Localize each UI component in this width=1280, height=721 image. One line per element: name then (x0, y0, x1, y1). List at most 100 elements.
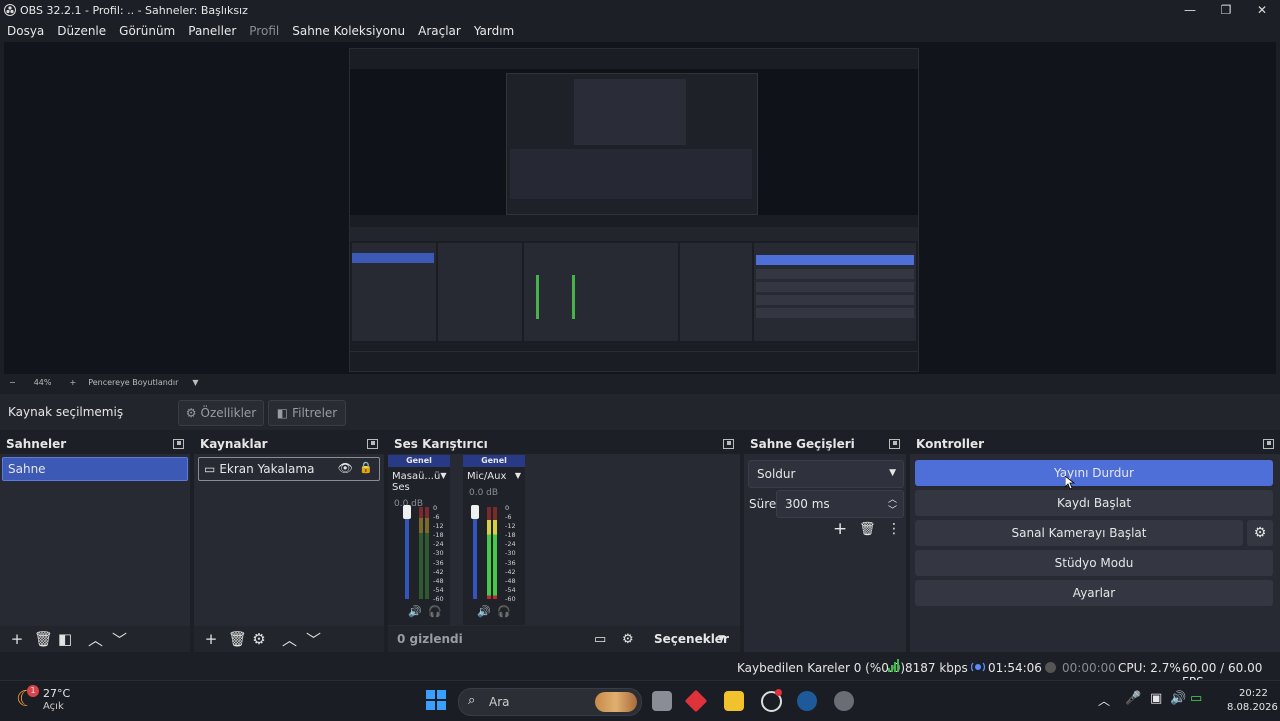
window-title: OBS 32.2.1 - Profil: .. - Sahneler: Başl… (20, 3, 248, 17)
filters-button[interactable]: ◧ Filtreler (268, 400, 346, 426)
audio-mixer-dock: Ses Karıştırıcı Genel Masaü...ü Ses ▼ 0.0… (388, 434, 740, 652)
menu-file[interactable]: Dosya (7, 24, 44, 38)
studio-mode-button[interactable]: Stüdyo Modu (915, 550, 1273, 576)
source-item[interactable]: ▭ Ekran Yakalama 👁 🔒 (198, 457, 380, 481)
scene-filters-button[interactable]: ◧ (58, 630, 72, 648)
transition-select[interactable]: Soldur ▼ (748, 460, 904, 488)
mixer-dock-header: Ses Karıştırıcı (388, 434, 740, 454)
transition-more-icon[interactable]: ⋮ (887, 521, 901, 537)
undock-icon[interactable] (1263, 439, 1274, 449)
stop-streaming-button[interactable]: Yayını Durdur (915, 460, 1273, 486)
remove-scene-button[interactable]: 🗑 (34, 630, 53, 648)
clock-time[interactable]: 20:22 (1239, 688, 1268, 699)
virtual-camera-gear-icon[interactable]: ⚙ (1247, 520, 1273, 546)
preview-zoom-bar: − 44% + Pencereye Boyutlandır ▼ (0, 374, 1280, 390)
mute-speaker-icon[interactable]: 🔊 (477, 605, 491, 618)
transitions-dock: Sahne Geçişleri Soldur ▼ Süre 300 ms ︿ ﹀… (744, 434, 906, 652)
close-icon[interactable]: ✕ (1244, 0, 1280, 20)
menu-tools[interactable]: Araçlar (418, 24, 461, 38)
filters-label: Filtreler (292, 406, 338, 420)
spin-down-icon[interactable]: ﹀ (888, 503, 897, 516)
stream-duration: 01:54:06 (988, 661, 1042, 675)
properties-button[interactable]: ⚙ Özellikler (178, 400, 264, 426)
steam-icon[interactable] (797, 691, 817, 711)
minimize-icon[interactable]: — (1172, 0, 1208, 20)
menu-help[interactable]: Yardım (474, 24, 514, 38)
undock-icon[interactable] (723, 439, 734, 449)
add-source-button[interactable]: + (204, 630, 218, 648)
game-launcher-icon[interactable] (834, 691, 854, 711)
move-source-down-button[interactable]: ﹀ (306, 629, 321, 650)
microphone-icon[interactable]: 🎤 (1125, 691, 1141, 706)
source-properties-button[interactable]: ⚙ (252, 630, 266, 648)
search-highlight-image (595, 692, 637, 712)
menu-scene-collection[interactable]: Sahne Koleksiyonu (292, 24, 405, 38)
volume-fader-track[interactable] (473, 505, 477, 599)
gear-icon: ⚙ (185, 406, 197, 420)
sources-dock-header: Kaynaklar (194, 434, 384, 454)
controls-dock-header: Kontroller (910, 434, 1280, 454)
channel-menu-icon[interactable]: ▼ (515, 471, 521, 482)
chevron-down-icon[interactable]: ▼ (718, 634, 725, 644)
mute-speaker-icon[interactable]: 🔊 (408, 605, 422, 618)
zoom-in-button[interactable]: + (69, 378, 76, 387)
add-transition-button[interactable]: + (833, 519, 847, 539)
windows-start-icon[interactable] (426, 690, 446, 714)
move-source-up-button[interactable]: ︿ (282, 629, 297, 650)
tray-expand-chevron-icon[interactable]: ︿ (1098, 692, 1110, 709)
meter-scale: 0 -6 -12 -18 -24 -30 -36 -42 -48 -54 -60 (505, 504, 516, 603)
undock-icon[interactable] (889, 439, 900, 449)
taskbar-search-box[interactable]: ⌕ Ara (458, 688, 642, 716)
file-explorer-icon[interactable] (724, 691, 744, 711)
monitor-icon: ▭ (204, 462, 216, 476)
lock-icon[interactable]: 🔒 (359, 461, 373, 474)
weather-badge: 1 (27, 685, 39, 697)
layout-toggle-icon[interactable]: ▭ (594, 632, 606, 647)
eye-icon[interactable]: 👁 (338, 461, 353, 475)
maximize-icon[interactable]: ❐ (1208, 0, 1244, 20)
undock-icon[interactable] (367, 439, 378, 449)
channel-menu-icon[interactable]: ▼ (440, 471, 446, 493)
move-scene-up-button[interactable]: ︿ (88, 629, 103, 650)
start-virtual-camera-button[interactable]: Sanal Kamerayı Başlat (915, 520, 1243, 546)
menu-profile[interactable]: Profil (249, 24, 279, 38)
controls-title: Kontroller (916, 437, 985, 451)
network-icon[interactable]: ▣ (1150, 691, 1162, 706)
zoom-out-button[interactable]: − (9, 378, 16, 387)
duration-value: 300 ms (785, 497, 830, 511)
menu-edit[interactable]: Düzenle (57, 24, 106, 38)
advanced-audio-gear-icon[interactable]: ⚙ (622, 632, 634, 647)
record-duration: 00:00:00 (1062, 661, 1116, 675)
app-red-diamond-icon[interactable] (684, 689, 708, 713)
settings-button[interactable]: Ayarlar (915, 580, 1273, 606)
level-meter-left (419, 507, 423, 599)
move-scene-down-button[interactable]: ﹀ (112, 629, 127, 650)
scenes-dock-header: Sahneler (0, 434, 190, 454)
volume-fader-handle[interactable] (471, 505, 479, 519)
menu-docks[interactable]: Paneller (188, 24, 236, 38)
audio-monitor-icon[interactable]: 🎧 (428, 605, 442, 618)
fit-to-window-select[interactable]: Pencereye Boyutlandır (88, 378, 178, 387)
dropped-frames: Kaybedilen Kareler 0 (%0.0) (737, 661, 906, 675)
mixer-title: Ses Karıştırıcı (394, 437, 488, 451)
task-view-icon[interactable] (652, 691, 672, 711)
channel-volume-db: 0.0 dB (469, 488, 499, 498)
audio-monitor-icon[interactable]: 🎧 (497, 605, 511, 618)
channel-header: Genel (388, 455, 450, 467)
volume-icon[interactable]: 🔊 (1170, 691, 1186, 706)
mixer-channel-mic: Genel Mic/Aux ▼ 0.0 dB 0 -6 -12 -18 -24 -30 -36… (463, 455, 525, 625)
menu-view[interactable]: Görünüm (119, 24, 175, 38)
volume-fader-handle[interactable] (403, 505, 411, 519)
add-scene-button[interactable]: + (10, 630, 24, 648)
scene-item[interactable]: Sahne (2, 457, 188, 481)
undock-icon[interactable] (173, 439, 184, 449)
battery-icon[interactable]: ▭ (1190, 691, 1202, 706)
remove-source-button[interactable]: 🗑 (228, 630, 247, 648)
clock-date[interactable]: 8.08.2026 (1227, 702, 1278, 713)
duration-spinbox[interactable]: 300 ms ︿ ﹀ (776, 490, 904, 518)
chevron-down-icon[interactable]: ▼ (192, 378, 198, 387)
network-signal-icon (887, 659, 901, 676)
volume-fader-track[interactable] (405, 505, 409, 599)
remove-transition-button[interactable]: 🗑 (859, 522, 876, 537)
start-recording-button[interactable]: Kaydı Başlat (915, 490, 1273, 516)
